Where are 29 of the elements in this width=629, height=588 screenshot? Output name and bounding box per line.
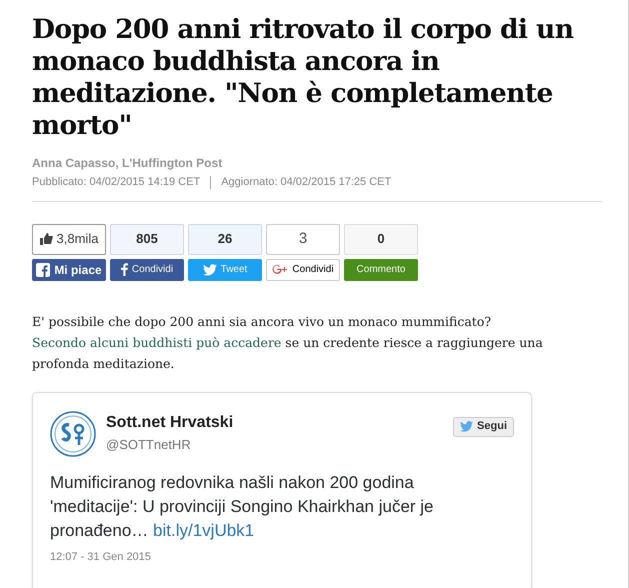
article-link[interactable]: alcuni buddhisti può accadere: [90, 334, 282, 350]
article-link[interactable]: Secondo: [32, 334, 90, 350]
bird-icon: [202, 264, 217, 276]
facebook-icon: [36, 262, 50, 276]
byline: Anna Capasso, L'Huffington Post: [32, 155, 224, 172]
share-button[interactable]: Condividi: [110, 258, 184, 280]
thumbs-up-icon: [40, 233, 53, 245]
share-button[interactable]: Condividi: [266, 258, 340, 280]
share-count: 3,8mila: [32, 224, 106, 254]
article-paragraph: E' possibile che dopo 200 anni sia ancora vivo un monaco mummificato? Secondo alcuni buddhisti può accadere se un credente riesce a raggiungere una profonda meditazione.: [32, 312, 544, 373]
facebook-icon: [120, 263, 128, 276]
share-count: 805: [110, 224, 184, 254]
share-count: 3: [266, 224, 340, 254]
follow-button[interactable]: Segui: [453, 416, 514, 436]
share-count: 0: [344, 224, 418, 254]
share-button[interactable]: Mi piace: [32, 258, 106, 280]
bird-icon: [460, 421, 474, 432]
updated-date: Aggiornato: 04/02/2015 17:25 CET: [221, 175, 392, 190]
account-avatar: [50, 410, 96, 456]
google-plus-icon: [272, 263, 288, 276]
tweet-link[interactable]: bit.ly/1vjUbk1: [153, 520, 254, 540]
share-count: 26: [188, 224, 262, 254]
share-button[interactable]: Commento: [344, 258, 418, 280]
tweet-time: 12:07 - 31 Gen 2015: [50, 550, 152, 564]
account-name: Sott.net Hrvatski: [106, 412, 234, 432]
tweet-text: Mumificiranog redovnika našli nakon 200 godina 'meditacije': U provinciji Songino Khairkhan jučer je pronađeno… bit.ly/1vjUbk1: [50, 472, 435, 542]
account-handle: @SOTTnetHR: [106, 436, 192, 454]
headline: Dopo 200 anni ritrovato il corpo di un monaco buddhista ancora in meditazione. "Non è completamente morto": [32, 14, 574, 142]
published-date: Pubblicato: 04/02/2015 14:19 CET: [32, 175, 200, 190]
